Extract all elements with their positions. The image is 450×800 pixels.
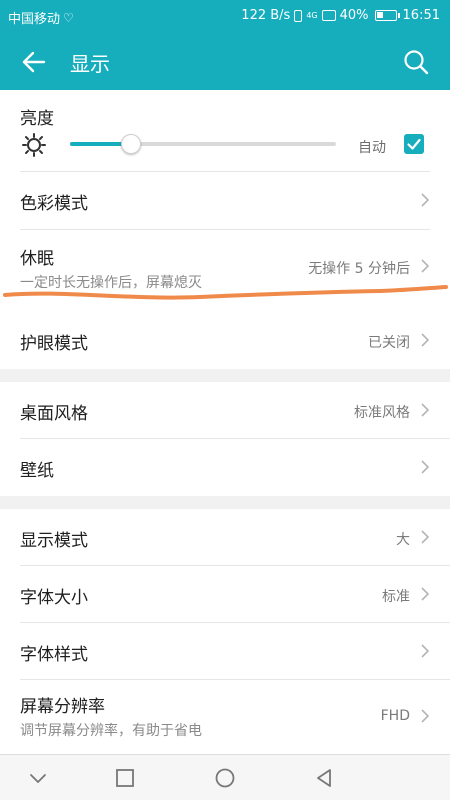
row-eye-mode-value: 已关闭: [368, 335, 410, 351]
vibrate-icon: [294, 9, 303, 22]
page-title: 显示: [70, 52, 110, 76]
brightness-title: 亮度: [20, 109, 54, 129]
search-icon[interactable]: [402, 48, 430, 76]
row-resolution-title: 屏幕分辨率: [20, 697, 105, 717]
heart-icon: ♡: [63, 10, 74, 25]
row-display-mode[interactable]: 显示模式 大: [20, 509, 450, 566]
row-font-size-title: 字体大小: [20, 588, 88, 608]
row-color-mode-title: 色彩模式: [20, 194, 88, 214]
status-left: 中国移动 ♡: [8, 8, 74, 28]
clock: 16:51: [402, 8, 440, 23]
battery-icon: [374, 10, 400, 21]
app-bar: 显示: [0, 34, 450, 90]
row-sleep-value: 无操作 5 分钟后: [308, 261, 410, 277]
auto-brightness-label: 自动: [358, 140, 386, 156]
row-font-style-title: 字体样式: [20, 645, 88, 665]
chevron-right-icon: [421, 333, 430, 347]
chevron-right-icon: [421, 460, 430, 474]
brightness-sun-icon: [22, 133, 46, 157]
display-section-2: 护眼模式 已关闭: [0, 312, 450, 369]
row-eye-mode-title: 护眼模式: [20, 334, 88, 354]
signal-icon: [321, 10, 336, 21]
row-wallpaper-title: 壁纸: [20, 461, 54, 481]
row-sleep-subtitle: 一定时长无操作后，屏幕熄灭: [20, 275, 202, 291]
battery-percent: 40%: [339, 8, 369, 23]
row-desktop-style-title: 桌面风格: [20, 404, 88, 424]
net-speed: 122 B/s: [241, 8, 291, 23]
chevron-right-icon: [421, 587, 430, 601]
system-nav-bar: [0, 754, 450, 800]
status-bar: 中国移动 ♡ 122 B/s 4G 40% 16:51: [0, 0, 450, 34]
row-desktop-style[interactable]: 桌面风格 标准风格: [20, 382, 450, 439]
chevron-right-icon: [421, 403, 430, 417]
row-resolution-subtitle: 调节屏幕分辨率，有助于省电: [20, 723, 202, 739]
chevron-right-icon: [421, 709, 430, 723]
row-resolution-value: FHD: [380, 708, 410, 724]
carrier-label: 中国移动: [8, 12, 61, 27]
back-arrow-icon[interactable]: [20, 48, 48, 76]
row-display-mode-value: 大: [396, 532, 410, 548]
status-right: 122 B/s 4G 40% 16:51: [241, 8, 440, 23]
row-desktop-style-value: 标准风格: [354, 405, 410, 421]
row-sleep-title: 休眠: [20, 249, 54, 269]
brightness-slider[interactable]: [70, 134, 336, 154]
square-icon[interactable]: [114, 767, 136, 789]
row-color-mode[interactable]: 色彩模式: [0, 172, 450, 229]
chevron-down-icon[interactable]: [27, 767, 49, 789]
auto-brightness-checkbox[interactable]: [404, 134, 424, 154]
row-wallpaper[interactable]: 壁纸: [20, 439, 450, 496]
row-font-size-value: 标准: [382, 589, 410, 605]
chevron-right-icon: [421, 193, 430, 207]
row-eye-mode[interactable]: 护眼模式 已关闭: [20, 312, 450, 369]
row-display-mode-title: 显示模式: [20, 531, 88, 551]
display-section-4: 显示模式 大 字体大小 标准 字体样式 屏幕分辨率 调节屏幕分辨率，有助于省电 …: [0, 509, 450, 754]
chevron-right-icon: [421, 259, 430, 273]
circle-icon[interactable]: [214, 767, 236, 789]
row-font-style[interactable]: 字体样式: [20, 623, 450, 680]
triangle-back-icon[interactable]: [313, 767, 335, 789]
display-section-3: 桌面风格 标准风格 壁纸: [0, 382, 450, 496]
row-sleep[interactable]: 休眠 一定时长无操作后，屏幕熄灭 无操作 5 分钟后: [0, 230, 450, 312]
chevron-right-icon: [421, 644, 430, 658]
net-type: 4G: [306, 11, 318, 20]
row-font-size[interactable]: 字体大小 标准: [20, 566, 450, 623]
chevron-right-icon: [421, 530, 430, 544]
row-resolution[interactable]: 屏幕分辨率 调节屏幕分辨率，有助于省电 FHD: [20, 680, 450, 754]
battery-fill: [376, 12, 384, 18]
